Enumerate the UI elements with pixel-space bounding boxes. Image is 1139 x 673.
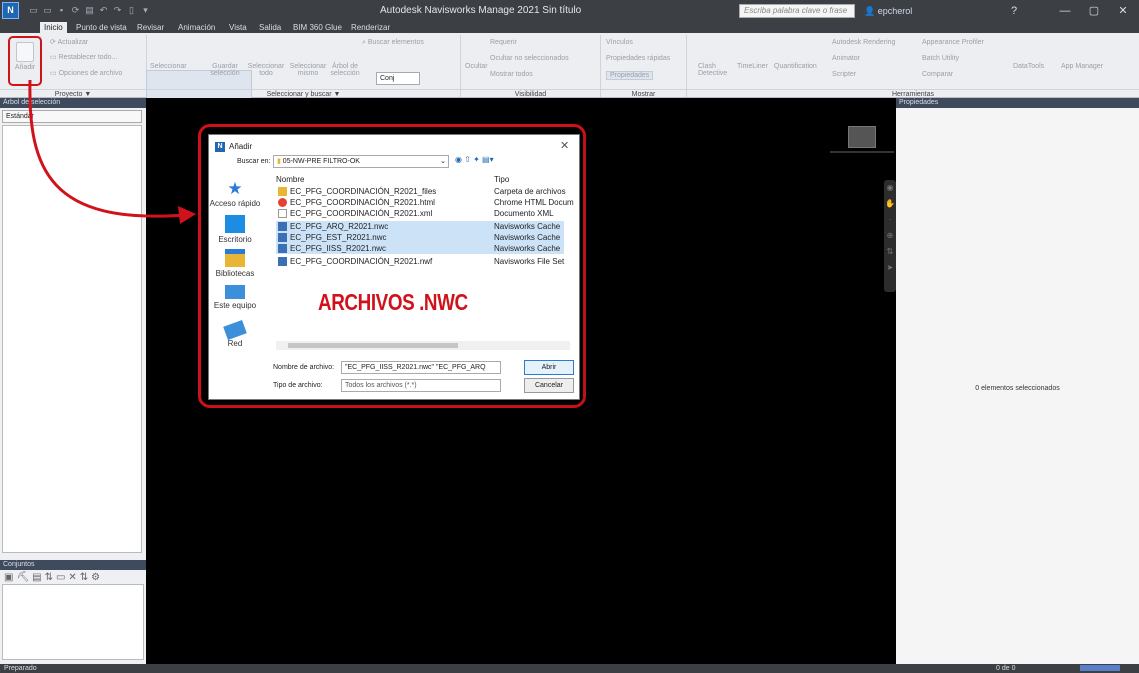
place-label: Acceso rápido (209, 199, 261, 208)
file-name: EC_PFG_COORDINACIÓN_R2021.nwf (290, 257, 433, 266)
place-label: Bibliotecas (215, 269, 255, 278)
filename-label: Nombre de archivo: (273, 364, 335, 371)
desktop-icon (225, 215, 245, 233)
file-name: EC_PFG_COORDINACIÓN_R2021.html (290, 198, 435, 207)
computer-icon (225, 285, 245, 299)
file-row[interactable]: EC_PFG_COORDINACIÓN_R2021.nwf Navisworks … (276, 256, 564, 267)
folder-icon (278, 187, 287, 196)
chrome-icon (278, 198, 287, 207)
file-row-selected[interactable]: EC_PFG_EST_R2021.nwc Navisworks Cache (276, 232, 564, 243)
file-name: EC_PFG_ARQ_R2021.nwc (290, 222, 389, 231)
file-row-selected[interactable]: EC_PFG_IISS_R2021.nwc Navisworks Cache (276, 243, 564, 254)
file-type: Navisworks Cache (494, 233, 561, 242)
file-name: EC_PFG_COORDINACIÓN_R2021_files (290, 187, 437, 196)
column-type[interactable]: Tipo (494, 175, 509, 184)
add-file-dialog: N Añadir ✕ Buscar en: ▮ 05-NW-PRE FILTRO… (208, 134, 580, 400)
file-type: Navisworks File Set (494, 257, 565, 266)
horizontal-scrollbar[interactable] (276, 341, 570, 350)
place-libraries[interactable]: Bibliotecas (209, 249, 261, 278)
nwc-file-icon (278, 233, 287, 242)
file-name: EC_PFG_COORDINACIÓN_R2021.xml (290, 209, 433, 218)
cancel-button[interactable]: Cancelar (524, 378, 574, 393)
star-icon: ★ (227, 179, 243, 198)
file-type: Chrome HTML Docum (494, 198, 574, 207)
network-icon (223, 320, 247, 340)
place-this-pc[interactable]: Este equipo (209, 285, 261, 310)
place-quick-access[interactable]: ★ Acceso rápido (209, 179, 261, 208)
nwf-file-icon (278, 257, 287, 266)
file-row[interactable]: EC_PFG_COORDINACIÓN_R2021_files Carpeta d… (276, 186, 566, 197)
lookin-value: 05-NW-PRE FILTRO-OK (282, 158, 360, 165)
lookin-dropdown[interactable]: ▮ 05-NW-PRE FILTRO-OK ⌄ (273, 155, 449, 168)
file-type: Documento XML (494, 209, 554, 218)
file-row[interactable]: EC_PFG_COORDINACIÓN_R2021.xml Documento X… (276, 208, 564, 219)
column-name[interactable]: Nombre (276, 175, 304, 184)
place-label: Escritorio (218, 235, 252, 244)
place-label: Este equipo (213, 301, 257, 310)
xml-file-icon (278, 209, 287, 218)
nwc-file-icon (278, 244, 287, 253)
file-type: Carpeta de archivos (494, 187, 566, 196)
scrollbar-thumb[interactable] (288, 343, 458, 348)
filetype-dropdown[interactable]: Todos los archivos (*.*) (341, 379, 501, 392)
lookin-label: Buscar en: (237, 158, 271, 165)
dialog-title: Añadir (229, 142, 253, 151)
dialog-close-button[interactable]: ✕ (560, 139, 569, 152)
file-row[interactable]: EC_PFG_COORDINACIÓN_R2021.html Chrome HTM… (276, 197, 574, 208)
nwc-file-icon (278, 222, 287, 231)
place-label: Red (227, 339, 243, 348)
arrow-head (178, 206, 196, 224)
arrow-line (28, 79, 186, 218)
open-button[interactable]: Abrir (524, 360, 574, 375)
file-name: EC_PFG_EST_R2021.nwc (290, 233, 387, 242)
file-type: Navisworks Cache (494, 222, 561, 231)
chevron-down-icon: ⌄ (440, 158, 446, 165)
dialog-app-icon: N (215, 142, 225, 152)
filename-input[interactable]: "EC_PFG_IISS_R2021.nwc" "EC_PFG_ARQ (341, 361, 501, 374)
file-name: EC_PFG_IISS_R2021.nwc (290, 244, 387, 253)
filetype-label: Tipo de archivo: (273, 382, 323, 389)
folder-nav-icons[interactable]: ◉ ⇧ ✦ ▤▾ (455, 155, 494, 164)
file-row-selected[interactable]: EC_PFG_ARQ_R2021.nwc Navisworks Cache (276, 221, 564, 232)
libraries-icon (225, 249, 245, 267)
place-network[interactable]: Red (209, 320, 261, 348)
place-desktop[interactable]: Escritorio (209, 215, 261, 244)
annotation-label: ARCHIVOS .NWC (318, 289, 468, 315)
file-type: Navisworks Cache (494, 244, 561, 253)
